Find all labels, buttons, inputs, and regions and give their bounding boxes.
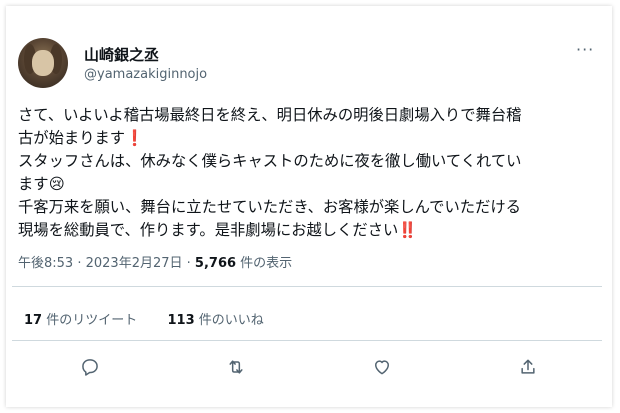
- tweet-text: さて、いよいよ稽古場最終日を終え、明日休みの明後日劇場入りで舞台稽 古が始まりま…: [18, 104, 604, 242]
- tweet-meta: 午後8:53 · 2023年2月27日 · 5,766 件の表示: [18, 252, 292, 271]
- retweet-button[interactable]: [223, 354, 249, 380]
- more-options-icon[interactable]: ···: [576, 40, 594, 59]
- double-exclamation-emoji: ‼️: [398, 221, 418, 239]
- tweet-line-text: ます: [18, 175, 49, 193]
- tweet-line: 現場を総動員で、作ります。是非劇場にお越しください‼️: [18, 219, 604, 242]
- share-button[interactable]: [515, 354, 541, 380]
- divider: [12, 286, 602, 287]
- meta-separator: ·: [73, 256, 86, 271]
- like-stat[interactable]: 113 件のいいね: [168, 313, 264, 328]
- retweet-stat[interactable]: 17 件のリツイート: [24, 313, 137, 328]
- retweet-label: 件のリツイート: [42, 313, 138, 328]
- tweet-line-text: 古が始まります: [18, 129, 126, 147]
- avatar[interactable]: [18, 38, 68, 88]
- retweet-icon: [229, 360, 243, 374]
- tweet-line-text: 現場を総動員で、作ります。是非劇場にお越しください: [18, 221, 399, 239]
- view-count: 5,766: [194, 256, 237, 271]
- tweet-time[interactable]: 午後8:53: [18, 256, 73, 271]
- divider: [12, 340, 602, 341]
- reply-icon: [82, 359, 98, 376]
- like-count: 113: [167, 313, 195, 328]
- tweet-date[interactable]: 2023年2月27日: [86, 256, 183, 271]
- view-label: 件の表示: [236, 256, 293, 271]
- like-icon: [375, 360, 389, 375]
- like-label: 件のいいね: [194, 313, 264, 328]
- tweet-line: さて、いよいよ稽古場最終日を終え、明日休みの明後日劇場入りで舞台稽: [18, 106, 522, 124]
- display-name[interactable]: 山崎銀之丞: [84, 44, 159, 65]
- reply-button[interactable]: [77, 354, 103, 380]
- crying-face-emoji: 😢: [48, 175, 65, 193]
- avatar-face: [32, 50, 54, 76]
- meta-separator: ·: [182, 256, 195, 271]
- like-button[interactable]: [369, 354, 395, 380]
- share-icon: [521, 359, 535, 374]
- tweet-line: スタッフさんは、休みなく僕らキャストのために夜を徹し働いてくれてい: [18, 152, 522, 170]
- tweet-line: 古が始まります❗: [18, 127, 604, 150]
- retweet-count: 17: [24, 313, 43, 328]
- tweet-stats: 17 件のリツイート 113 件のいいね: [24, 309, 264, 328]
- tweet-line: ます😢: [18, 173, 604, 196]
- exclamation-emoji: ❗: [125, 129, 145, 147]
- user-handle[interactable]: @yamazakiginnojo: [84, 67, 207, 82]
- tweet-line: 千客万来を願い、舞台に立たせていただき、お客様が楽しんでいただける: [18, 198, 521, 216]
